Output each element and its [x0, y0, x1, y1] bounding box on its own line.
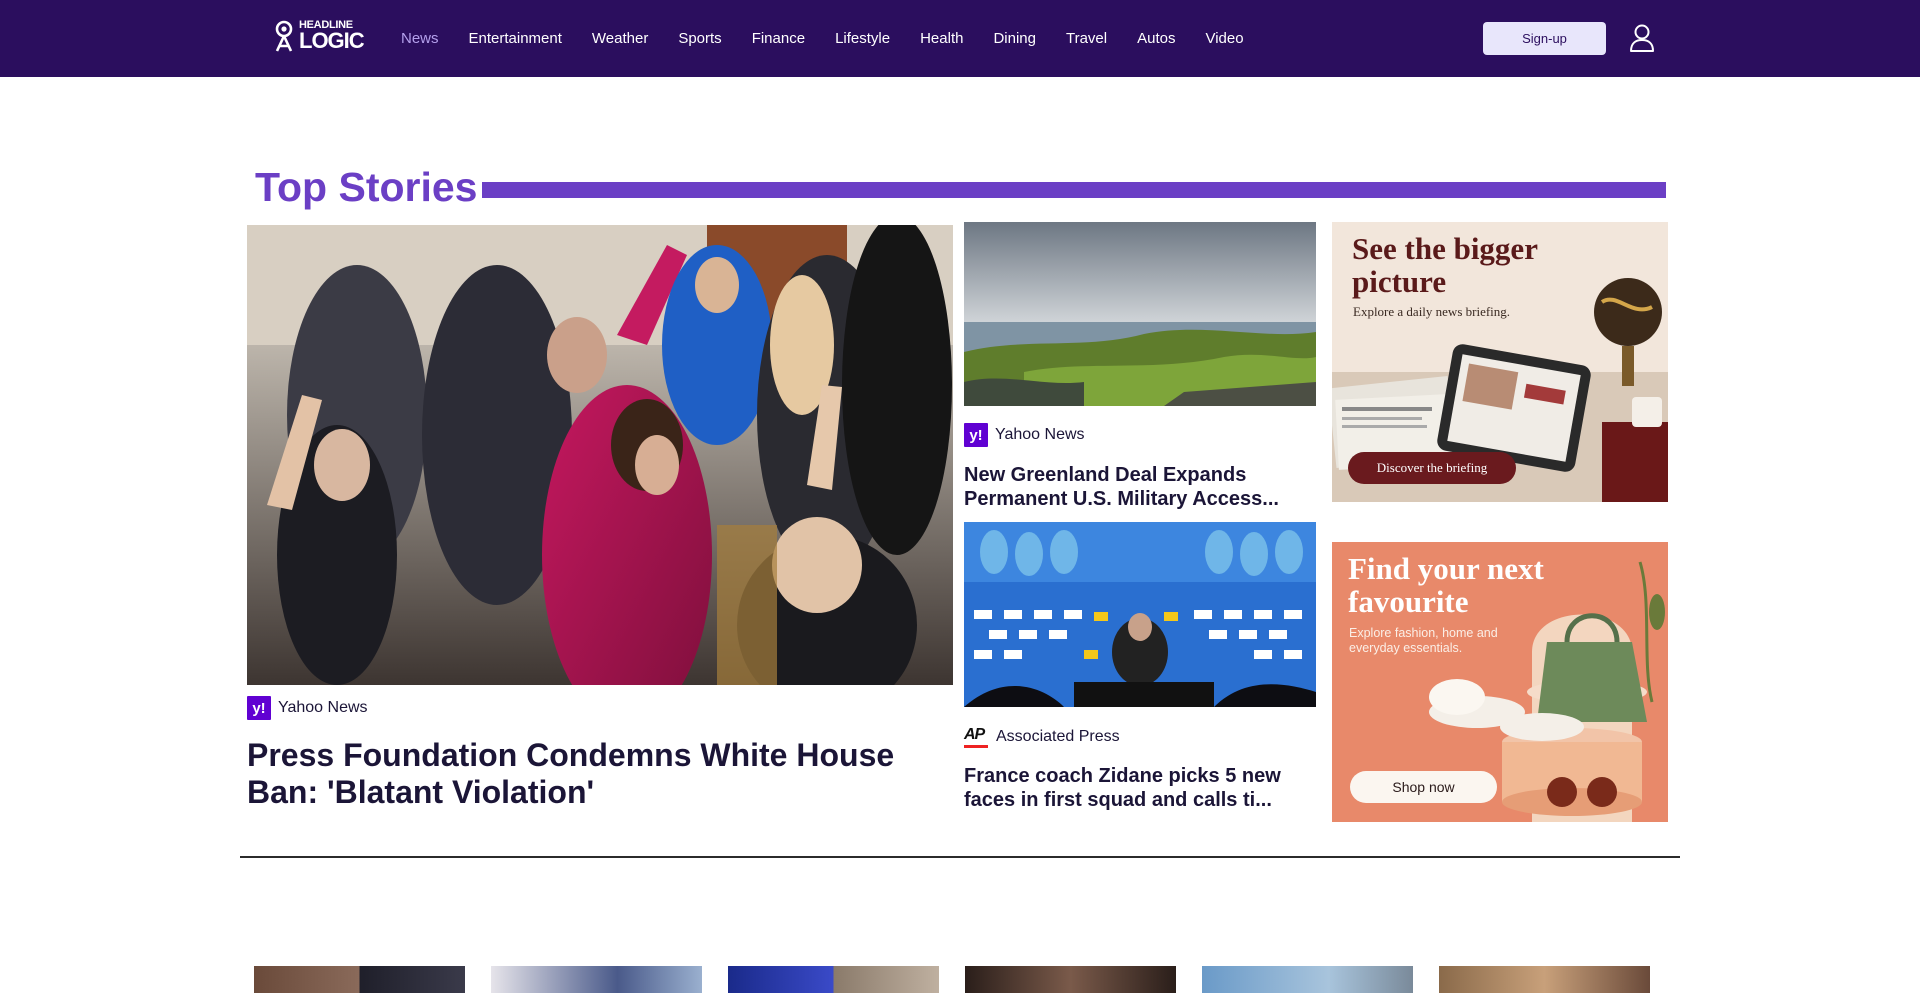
- source-name: Yahoo News: [278, 699, 368, 716]
- nav-item-sports[interactable]: Sports: [678, 30, 721, 47]
- side-story-1-source[interactable]: y! Yahoo News: [964, 423, 1085, 447]
- thumbnail-5[interactable]: [1202, 966, 1413, 993]
- ad-2-title: Find your next favourite: [1348, 551, 1544, 619]
- nav-item-dining[interactable]: Dining: [993, 30, 1036, 47]
- thumbnail-3[interactable]: [728, 966, 939, 993]
- nav-item-health[interactable]: Health: [920, 30, 963, 47]
- ad-1-title: See the bigger picture: [1352, 231, 1538, 299]
- associated-press-icon: AP: [964, 726, 990, 748]
- main-story-image[interactable]: [247, 225, 953, 685]
- source-name: Yahoo News: [995, 426, 1085, 443]
- logo-wordmark: HEADLINE LOGIC: [299, 20, 365, 53]
- side-story-image-1[interactable]: [964, 222, 1316, 406]
- section-divider: [240, 856, 1680, 858]
- nav-item-travel[interactable]: Travel: [1066, 30, 1107, 47]
- source-name: Associated Press: [996, 728, 1120, 745]
- ad-2-subtitle: Explore fashion, home and everyday essen…: [1349, 626, 1498, 655]
- side-story-2-source[interactable]: AP Associated Press: [964, 726, 1120, 748]
- ad-2-cta-button[interactable]: Shop now: [1350, 771, 1497, 803]
- thumbnail-6[interactable]: [1439, 966, 1650, 993]
- nav-item-lifestyle[interactable]: Lifestyle: [835, 30, 890, 47]
- nav-item-weather[interactable]: Weather: [592, 30, 648, 47]
- ad-1-cta-button[interactable]: Discover the briefing: [1348, 452, 1516, 484]
- section-title-top-stories: Top Stories: [255, 164, 478, 210]
- main-story-source[interactable]: y! Yahoo News: [247, 696, 368, 720]
- main-nav: News Entertainment Weather Sports Financ…: [401, 0, 1274, 77]
- thumbnail-4[interactable]: [965, 966, 1176, 993]
- site-logo[interactable]: HEADLINE LOGIC: [273, 19, 365, 53]
- logo-line-2: LOGIC: [299, 28, 365, 53]
- ad-shopping[interactable]: Find your next favourite Explore fashion…: [1332, 542, 1668, 822]
- yahoo-news-icon: y!: [964, 423, 988, 447]
- ad-news-briefing[interactable]: See the bigger picture Explore a daily n…: [1332, 222, 1668, 502]
- nav-item-finance[interactable]: Finance: [752, 30, 805, 47]
- thumbnail-2[interactable]: [491, 966, 702, 993]
- nav-item-news[interactable]: News: [401, 30, 439, 47]
- top-navigation-bar: HEADLINE LOGIC News Entertainment Weathe…: [0, 0, 1920, 77]
- nav-item-autos[interactable]: Autos: [1137, 30, 1175, 47]
- main-story-headline[interactable]: Press Foundation Condemns White House Ba…: [247, 737, 947, 811]
- nav-item-video[interactable]: Video: [1205, 30, 1243, 47]
- ad-1-subtitle: Explore a daily news briefing.: [1353, 304, 1511, 319]
- side-story-2-headline[interactable]: France coach Zidane picks 5 new faces in…: [964, 764, 1318, 812]
- nav-item-entertainment[interactable]: Entertainment: [469, 30, 562, 47]
- yahoo-news-icon: y!: [247, 696, 271, 720]
- thumbnail-1[interactable]: [254, 966, 465, 993]
- user-icon[interactable]: [1628, 23, 1656, 53]
- logo-mic-icon: [273, 20, 295, 52]
- side-story-1-headline[interactable]: New Greenland Deal Expands Permanent U.S…: [964, 463, 1318, 511]
- side-story-image-2[interactable]: [964, 522, 1316, 707]
- signup-button[interactable]: Sign-up: [1483, 22, 1606, 55]
- section-title-bar: [482, 182, 1666, 198]
